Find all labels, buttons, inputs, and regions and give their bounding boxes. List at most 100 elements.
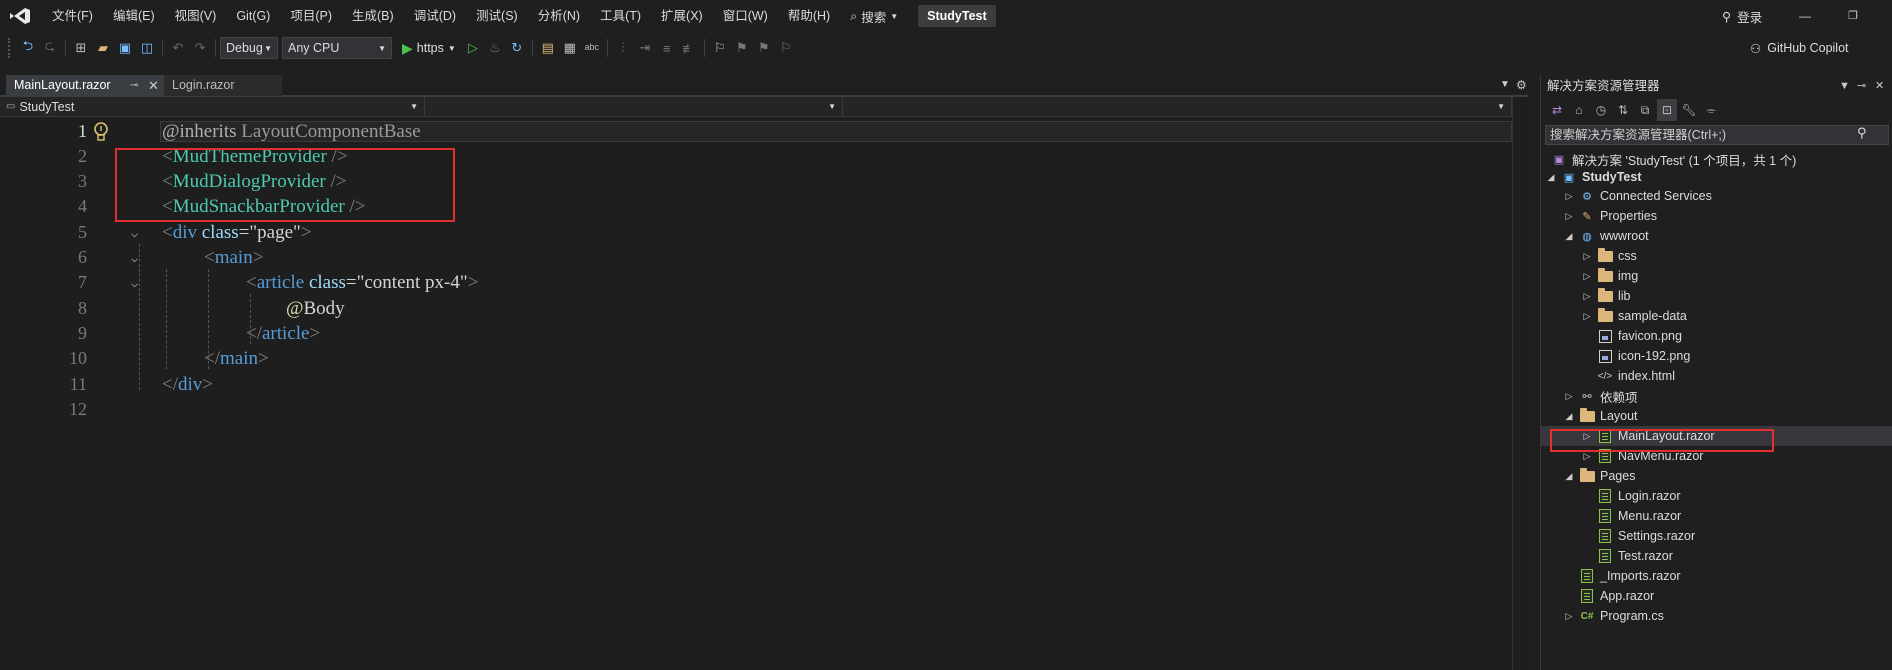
menu-git[interactable]: Git(G) <box>226 0 280 32</box>
menu-extensions[interactable]: 扩展(X) <box>651 0 713 32</box>
pending-changes-filter-icon[interactable]: ◷ <box>1591 99 1611 121</box>
collapsed-chevron-icon[interactable]: ▷ <box>1581 251 1593 262</box>
tab-login-razor[interactable]: Login.razor <box>164 75 282 96</box>
tree-item-app-razor[interactable]: App.razor <box>1541 586 1892 606</box>
bookmark-next-icon[interactable]: ⚑ <box>753 37 775 59</box>
gear-icon[interactable]: ⚙ <box>1516 78 1527 92</box>
minimize-window-button[interactable]: — <box>1797 8 1813 24</box>
collapsed-chevron-icon[interactable]: ▷ <box>1581 451 1593 462</box>
indent-icon[interactable]: ⇥ <box>634 37 656 59</box>
sync-icon[interactable]: ⇅ <box>1613 99 1633 121</box>
window-position-dropdown-icon[interactable]: ▼ <box>1839 75 1850 97</box>
menu-window[interactable]: 窗口(W) <box>713 0 778 32</box>
tree-item-icon-192[interactable]: icon-192.png <box>1541 346 1892 366</box>
collapsed-chevron-icon[interactable]: ▷ <box>1563 611 1575 622</box>
tree-item-layout[interactable]: ◢ Layout <box>1541 406 1892 426</box>
layout-icon[interactable]: ▦ <box>559 37 581 59</box>
menu-tools[interactable]: 工具(T) <box>590 0 651 32</box>
bookmark-prev-icon[interactable]: ⚑ <box>731 37 753 59</box>
save-icon[interactable]: ▣ <box>114 37 136 59</box>
hot-reload-flame-icon[interactable]: ♨ <box>484 37 506 59</box>
github-copilot-button[interactable]: ⚇ GitHub Copilot <box>1750 32 1849 64</box>
open-file-icon[interactable]: ▰ <box>92 37 114 59</box>
project-dropdown[interactable]: ▭ StudyTest ▼ <box>0 97 425 116</box>
collapsed-chevron-icon[interactable]: ▷ <box>1581 311 1593 322</box>
bookmark-clear-icon[interactable]: ⚐ <box>775 37 797 59</box>
solution-explorer-search-input[interactable]: 搜索解决方案资源管理器(Ctrl+;) <box>1545 125 1889 145</box>
navigate-forward-icon[interactable]: ⮎ <box>39 37 61 59</box>
undo-icon[interactable]: ↶ <box>167 37 189 59</box>
collapsed-chevron-icon[interactable]: ▷ <box>1581 271 1593 282</box>
type-dropdown[interactable]: ▼ <box>425 97 843 116</box>
bookmark-icon[interactable]: ⚐ <box>709 37 731 59</box>
menu-debug[interactable]: 调试(D) <box>404 0 466 32</box>
close-icon[interactable]: ✕ <box>148 75 159 96</box>
collapsed-chevron-icon[interactable]: ▷ <box>1563 191 1575 202</box>
menu-test[interactable]: 测试(S) <box>466 0 528 32</box>
fold-chevron-icon[interactable]: ⌵ <box>131 251 138 266</box>
lightbulb-icon[interactable] <box>92 121 112 143</box>
collapse-all-icon[interactable]: ⧉ <box>1635 99 1655 121</box>
tree-item-pages[interactable]: ◢ Pages <box>1541 466 1892 486</box>
properties-wrench-icon[interactable]: 🔧︎ <box>1679 99 1699 121</box>
close-icon[interactable]: ✕ <box>1875 75 1884 97</box>
toolbar-grip[interactable] <box>8 38 11 58</box>
menu-help[interactable]: 帮助(H) <box>778 0 840 32</box>
comment-icon[interactable]: ≡ <box>656 37 678 59</box>
solution-configuration-dropdown[interactable]: Debug ▼ <box>220 37 278 59</box>
tree-item-settings-razor[interactable]: Settings.razor <box>1541 526 1892 546</box>
solution-platform-dropdown[interactable]: Any CPU ▼ <box>282 37 392 59</box>
menu-view[interactable]: 视图(V) <box>165 0 227 32</box>
tab-mainlayout-razor[interactable]: MainLayout.razor ⊸ ✕ <box>6 75 166 96</box>
spell-check-icon[interactable]: ᵃᵇᶜ <box>581 37 603 59</box>
refresh-icon[interactable]: ↻ <box>506 37 528 59</box>
home-icon[interactable]: ⌂ <box>1569 99 1589 121</box>
member-dropdown[interactable]: ▼ <box>843 97 1512 116</box>
tree-item-solution[interactable]: ▣ 解决方案 'StudyTest' (1 个项目，共 1 个) <box>1541 149 1892 169</box>
tree-item-index-html[interactable]: </> index.html <box>1541 366 1892 386</box>
switch-views-icon[interactable]: ⇄ <box>1547 99 1567 121</box>
tree-item-connected-services[interactable]: ▷ ⚙ Connected Services <box>1541 186 1892 206</box>
menu-analyze[interactable]: 分析(N) <box>528 0 590 32</box>
menu-build[interactable]: 生成(B) <box>342 0 404 32</box>
tab-overflow-chevron-icon[interactable]: ▼ <box>1500 79 1510 90</box>
expanded-chevron-icon[interactable]: ◢ <box>1563 231 1575 242</box>
align-icon[interactable]: ⫶ <box>612 37 634 59</box>
tree-item-favicon[interactable]: favicon.png <box>1541 326 1892 346</box>
preview-selected-icon[interactable]: ⌯ <box>1701 99 1721 121</box>
save-all-icon[interactable]: ◫ <box>136 37 158 59</box>
tree-item-login-razor[interactable]: Login.razor <box>1541 486 1892 506</box>
global-search[interactable]: ⌕ 搜索 ▼ <box>840 0 908 32</box>
tree-item-menu-razor[interactable]: Menu.razor <box>1541 506 1892 526</box>
tree-item-imports-razor[interactable]: _Imports.razor <box>1541 566 1892 586</box>
tree-item-program-cs[interactable]: ▷ C# Program.cs <box>1541 606 1892 626</box>
tree-item-dependencies[interactable]: ▷ ⚯ 依赖项 <box>1541 386 1892 406</box>
menu-edit[interactable]: 编辑(E) <box>103 0 165 32</box>
fold-chevron-icon[interactable]: ⌵ <box>131 276 138 291</box>
login-button[interactable]: ⚲ 登录 <box>1722 0 1762 32</box>
fold-chevron-icon[interactable]: ⌵ <box>131 226 138 241</box>
new-project-icon[interactable]: ⊞ <box>70 37 92 59</box>
collapsed-chevron-icon[interactable]: ▷ <box>1581 291 1593 302</box>
start-debugging-button[interactable]: ▶ https ▼ <box>396 40 462 57</box>
expanded-chevron-icon[interactable]: ◢ <box>1563 411 1575 422</box>
expanded-chevron-icon[interactable]: ◢ <box>1563 471 1575 482</box>
restore-window-button[interactable]: ❐ <box>1845 8 1861 24</box>
start-without-debugging-icon[interactable]: ▷ <box>462 37 484 59</box>
menu-project[interactable]: 项目(P) <box>280 0 342 32</box>
menu-file[interactable]: 文件(F) <box>42 0 103 32</box>
tree-item-sample-data[interactable]: ▷ sample-data <box>1541 306 1892 326</box>
search-icon[interactable]: ⚲ <box>1857 125 1867 141</box>
expanded-chevron-icon[interactable]: ◢ <box>1545 172 1557 183</box>
collapsed-chevron-icon[interactable]: ▷ <box>1563 391 1575 402</box>
collapsed-chevron-icon[interactable]: ▷ <box>1563 211 1575 222</box>
editor-vertical-scrollbar[interactable] <box>1512 97 1528 670</box>
redo-icon[interactable]: ↷ <box>189 37 211 59</box>
pin-icon[interactable]: ⊸ <box>1857 75 1866 97</box>
tree-item-test-razor[interactable]: Test.razor <box>1541 546 1892 566</box>
tree-item-wwwroot[interactable]: ◢ ◍ wwwroot <box>1541 226 1892 246</box>
tree-item-properties[interactable]: ▷ ✎ Properties <box>1541 206 1892 226</box>
tree-item-img[interactable]: ▷ img <box>1541 266 1892 286</box>
uncomment-icon[interactable]: ≢ <box>678 37 700 59</box>
show-all-files-icon[interactable]: ⊡ <box>1657 99 1677 121</box>
